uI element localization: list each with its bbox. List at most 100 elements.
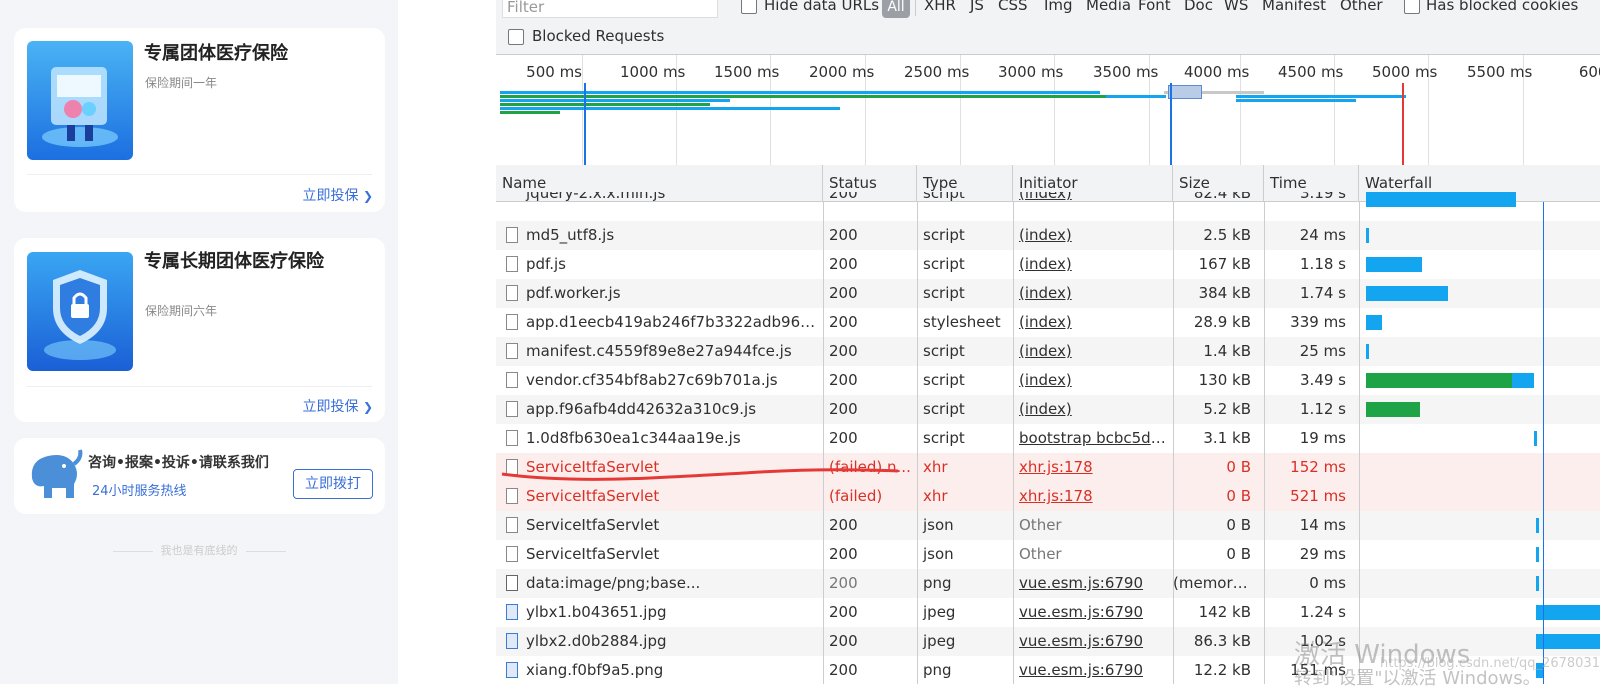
type-filter-xhr[interactable]: XHR xyxy=(924,0,956,14)
request-status: 200 xyxy=(829,516,858,534)
request-time: 25 ms xyxy=(1299,342,1346,360)
waterfall-bar xyxy=(1536,576,1539,591)
request-row[interactable]: app.d1eecb419ab246f7b3322adb968... 200 sty… xyxy=(496,308,1600,337)
type-filter-all[interactable]: All xyxy=(882,0,910,18)
request-initiator[interactable]: xhr.js:178 xyxy=(1013,482,1173,511)
request-row[interactable]: ServiceItfaServlet 200 json Other 0 B 29 ms xyxy=(496,540,1600,569)
request-row[interactable]: ylbx1.b043651.jpg 200 jpeg vue.esm.js:6790 1… xyxy=(496,598,1600,627)
footer-note: 我也是有底线的 xyxy=(0,542,398,558)
overview-request-bar xyxy=(500,111,560,114)
request-initiator[interactable]: (index) xyxy=(1013,192,1173,211)
request-initiator[interactable]: bootstrap bcbc5d9... xyxy=(1013,424,1173,453)
request-time: 3.19 s xyxy=(1300,192,1346,202)
toolbar-divider xyxy=(915,0,916,16)
request-name: 1.0d8fb630ea1c344aa19e.js xyxy=(526,429,741,447)
type-filter-css[interactable]: CSS xyxy=(998,0,1028,14)
request-initiator[interactable]: vue.esm.js:6790 xyxy=(1013,569,1173,598)
request-initiator[interactable]: vue.esm.js:6790 xyxy=(1013,656,1173,684)
overview-selection-handle[interactable] xyxy=(1168,85,1202,99)
request-status: 200 xyxy=(829,192,858,202)
product-card-1[interactable]: 专属团体医疗保险 保险期间一年 立即投保 ❯ xyxy=(14,28,385,212)
request-row[interactable]: ServiceItfaServlet 200 json Other 0 B 14 ms xyxy=(496,511,1600,540)
elephant-mascot-icon xyxy=(24,448,84,508)
timeline-tick-label: 3000 ms xyxy=(998,63,1064,81)
request-size: 12.2 kB xyxy=(1193,661,1251,679)
request-type: jpeg xyxy=(923,632,956,650)
request-row[interactable]: app.f96afb4dd42632a310c9.js 200 script (ind… xyxy=(496,395,1600,424)
waterfall-bar xyxy=(1536,634,1600,649)
request-initiator[interactable]: xhr.js:178 xyxy=(1013,453,1173,482)
request-size: 167 kB xyxy=(1198,255,1251,273)
product-card-2[interactable]: 专属长期团体医疗保险 保险期间六年 立即投保 ❯ xyxy=(14,238,385,422)
has-blocked-cookies-checkbox[interactable] xyxy=(1404,0,1420,14)
buy-now-link-2[interactable]: 立即投保 ❯ xyxy=(302,396,373,416)
request-initiator[interactable]: (index) xyxy=(1013,279,1173,308)
request-row[interactable]: pdf.worker.js 200 script (index) 384 kB 1.74 … xyxy=(496,279,1600,308)
request-initiator[interactable]: vue.esm.js:6790 xyxy=(1013,598,1173,627)
request-time: 24 ms xyxy=(1299,226,1346,244)
request-row[interactable]: data:image/png;base... 200 png vue.esm.js:6… xyxy=(496,569,1600,598)
request-row[interactable]: vendor.cf354bf8ab27c69b701a.js 200 script (… xyxy=(496,366,1600,395)
request-initiator: Other xyxy=(1019,516,1062,534)
request-time: 29 ms xyxy=(1299,545,1346,563)
request-initiator[interactable]: vue.esm.js:6790 xyxy=(1013,627,1173,656)
request-initiator[interactable]: (index) xyxy=(1013,395,1173,424)
request-size: 82.4 kB xyxy=(1193,192,1251,202)
hide-data-urls-checkbox[interactable] xyxy=(741,0,757,14)
request-type: script xyxy=(923,342,965,360)
request-row[interactable]: 1.0d8fb630ea1c344aa19e.js 200 script bootst… xyxy=(496,424,1600,453)
timeline-tick-label: 6000 xyxy=(1578,63,1600,81)
request-status: 200 xyxy=(829,632,858,650)
filter-input[interactable]: Filter xyxy=(502,0,718,18)
waterfall-bar xyxy=(1366,402,1420,417)
request-name: app.d1eecb419ab246f7b3322adb968... xyxy=(526,313,820,331)
column-divider xyxy=(823,202,824,684)
request-initiator[interactable]: (index) xyxy=(1013,366,1173,395)
timeline-tick-label: 500 ms xyxy=(526,63,582,81)
request-row[interactable]: pdf.js 200 script (index) 167 kB 1.18 s xyxy=(496,250,1600,279)
request-initiator[interactable]: (index) xyxy=(1013,337,1173,366)
request-size: 130 kB xyxy=(1198,371,1251,389)
column-divider xyxy=(1264,202,1265,684)
request-row[interactable]: md5_utf8.js 200 script (index) 2.5 kB 24 ms xyxy=(496,221,1600,250)
request-size: 0 B xyxy=(1226,458,1251,476)
request-type: stylesheet xyxy=(923,313,1001,331)
blocked-requests-checkbox[interactable] xyxy=(508,29,524,45)
waterfall-bar xyxy=(1536,547,1539,562)
request-status: 200 xyxy=(829,429,858,447)
request-size: (memory ... xyxy=(1173,574,1257,592)
waterfall-bar xyxy=(1366,286,1448,301)
request-type: png xyxy=(923,574,952,592)
request-time: 1.12 s xyxy=(1300,400,1346,418)
request-type: script xyxy=(923,284,965,302)
request-row[interactable]: manifest.c4559f89e8e27a944fce.js 200 scrip… xyxy=(496,337,1600,366)
request-status: 200 xyxy=(829,313,858,331)
type-filter-media[interactable]: Media xyxy=(1086,0,1131,14)
request-initiator[interactable]: (index) xyxy=(1013,221,1173,250)
request-size: 3.1 kB xyxy=(1203,429,1251,447)
product-title-1: 专属团体医疗保险 xyxy=(144,43,288,64)
type-filter-img[interactable]: Img xyxy=(1044,0,1073,14)
timeline-overview[interactable]: 500 ms 1000 ms 1500 ms 2000 ms 2500 ms 3000 m… xyxy=(496,54,1600,166)
buy-now-link-1[interactable]: 立即投保 ❯ xyxy=(302,185,373,205)
request-status: 200 xyxy=(829,255,858,273)
request-size: 1.4 kB xyxy=(1203,342,1251,360)
request-initiator[interactable]: (index) xyxy=(1013,308,1173,337)
request-time: 1.24 s xyxy=(1300,603,1346,621)
request-row[interactable]: jquery-2.x.x.min.js 200 script (index) 82.4 … xyxy=(496,192,1600,211)
type-filter-doc[interactable]: Doc xyxy=(1184,0,1213,14)
type-filter-manifest[interactable]: Manifest xyxy=(1262,0,1326,14)
request-initiator: Other xyxy=(1019,545,1062,563)
request-row[interactable]: ServiceItfaServlet (failed) xhr xhr.js:178 0… xyxy=(496,482,1600,511)
type-filter-font[interactable]: Font xyxy=(1138,0,1171,14)
type-filter-other[interactable]: Other xyxy=(1340,0,1383,14)
overview-request-bar xyxy=(1236,95,1406,98)
blocked-requests-label: Blocked Requests xyxy=(532,27,665,45)
waterfall-bar xyxy=(1536,518,1539,533)
hide-data-urls-label: Hide data URLs xyxy=(764,0,880,14)
request-initiator[interactable]: (index) xyxy=(1013,250,1173,279)
call-now-button[interactable]: 立即拨打 xyxy=(293,469,373,499)
overview-request-bar xyxy=(500,99,730,102)
type-filter-ws[interactable]: WS xyxy=(1224,0,1248,14)
type-filter-js[interactable]: JS xyxy=(970,0,984,14)
